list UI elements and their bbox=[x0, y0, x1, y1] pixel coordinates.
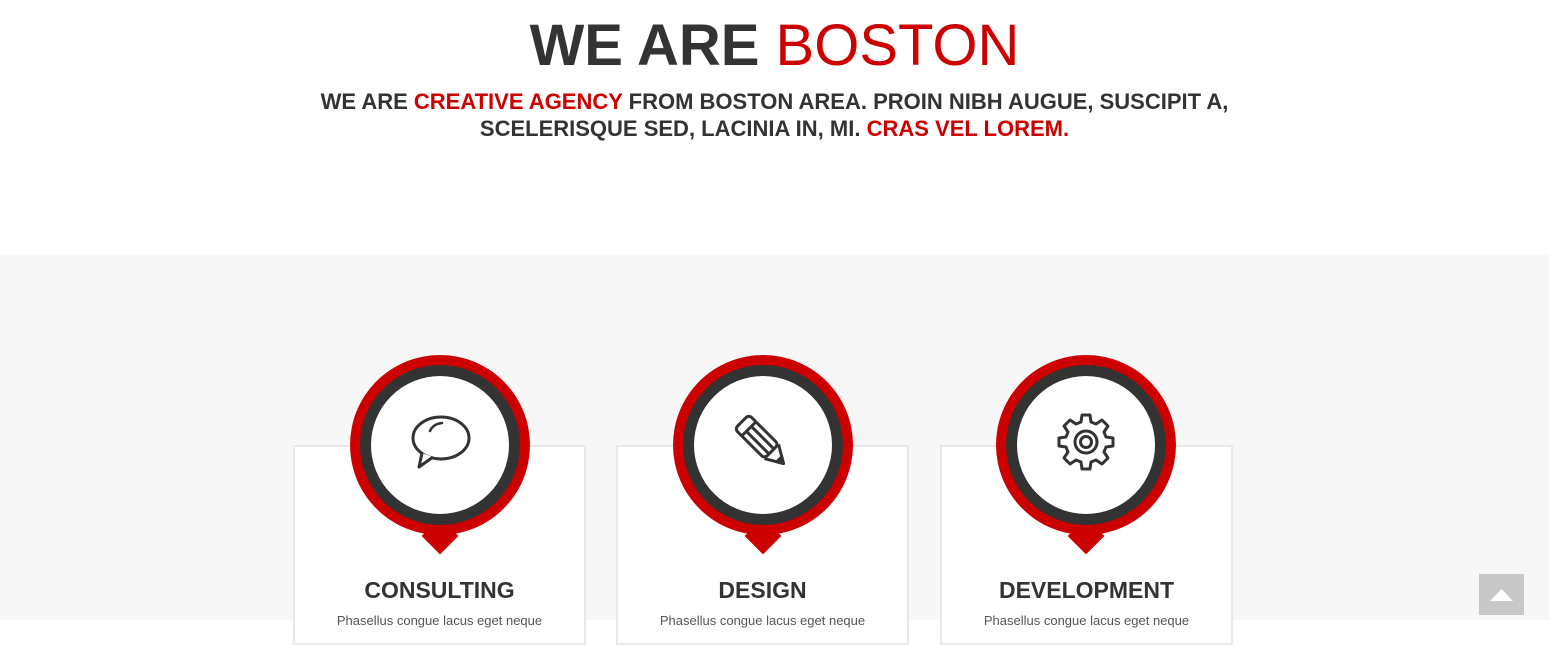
speech-bubble-icon bbox=[411, 415, 471, 469]
service-badge-consulting bbox=[350, 355, 530, 555]
service-badge-development bbox=[996, 355, 1176, 555]
hero-subtitle-part: SCELERISQUE SED, LACINIA IN, MI. bbox=[479, 116, 867, 141]
service-title: DEVELOPMENT bbox=[998, 577, 1175, 603]
services-section: CONSULTING Phasellus congue lacus eget n… bbox=[0, 255, 1549, 645]
pencil-icon bbox=[734, 414, 786, 466]
hero-title-dark: WE ARE bbox=[529, 13, 760, 78]
hero-section: WE ARE BOSTON WE ARE CREATIVE AGENCY FRO… bbox=[0, 0, 1549, 255]
service-title: CONSULTING bbox=[364, 577, 515, 603]
arrow-up-icon bbox=[1490, 589, 1513, 601]
scroll-to-top-button[interactable] bbox=[1479, 574, 1524, 615]
hero-title-red: BOSTON bbox=[775, 13, 1020, 78]
service-title: DESIGN bbox=[718, 577, 807, 603]
hero-title: WE ARE BOSTON bbox=[0, 12, 1549, 80]
hero-subtitle-part: FROM BOSTON AREA. PROIN NIBH AUGUE, SUSC… bbox=[622, 89, 1229, 114]
service-description: Phasellus congue lacus eget neque bbox=[659, 613, 866, 628]
service-description: Phasellus congue lacus eget neque bbox=[983, 613, 1190, 628]
hero-subtitle-highlight: CREATIVE AGENCY bbox=[413, 89, 623, 114]
service-badge-design bbox=[673, 355, 853, 555]
service-description: Phasellus congue lacus eget neque bbox=[336, 613, 543, 628]
hero-subtitle: WE ARE CREATIVE AGENCY FROM BOSTON AREA.… bbox=[0, 88, 1549, 142]
hero-subtitle-highlight: CRAS VEL LOREM. bbox=[866, 116, 1070, 141]
hero-subtitle-part: WE ARE bbox=[320, 89, 414, 114]
gear-icon bbox=[1057, 413, 1115, 471]
